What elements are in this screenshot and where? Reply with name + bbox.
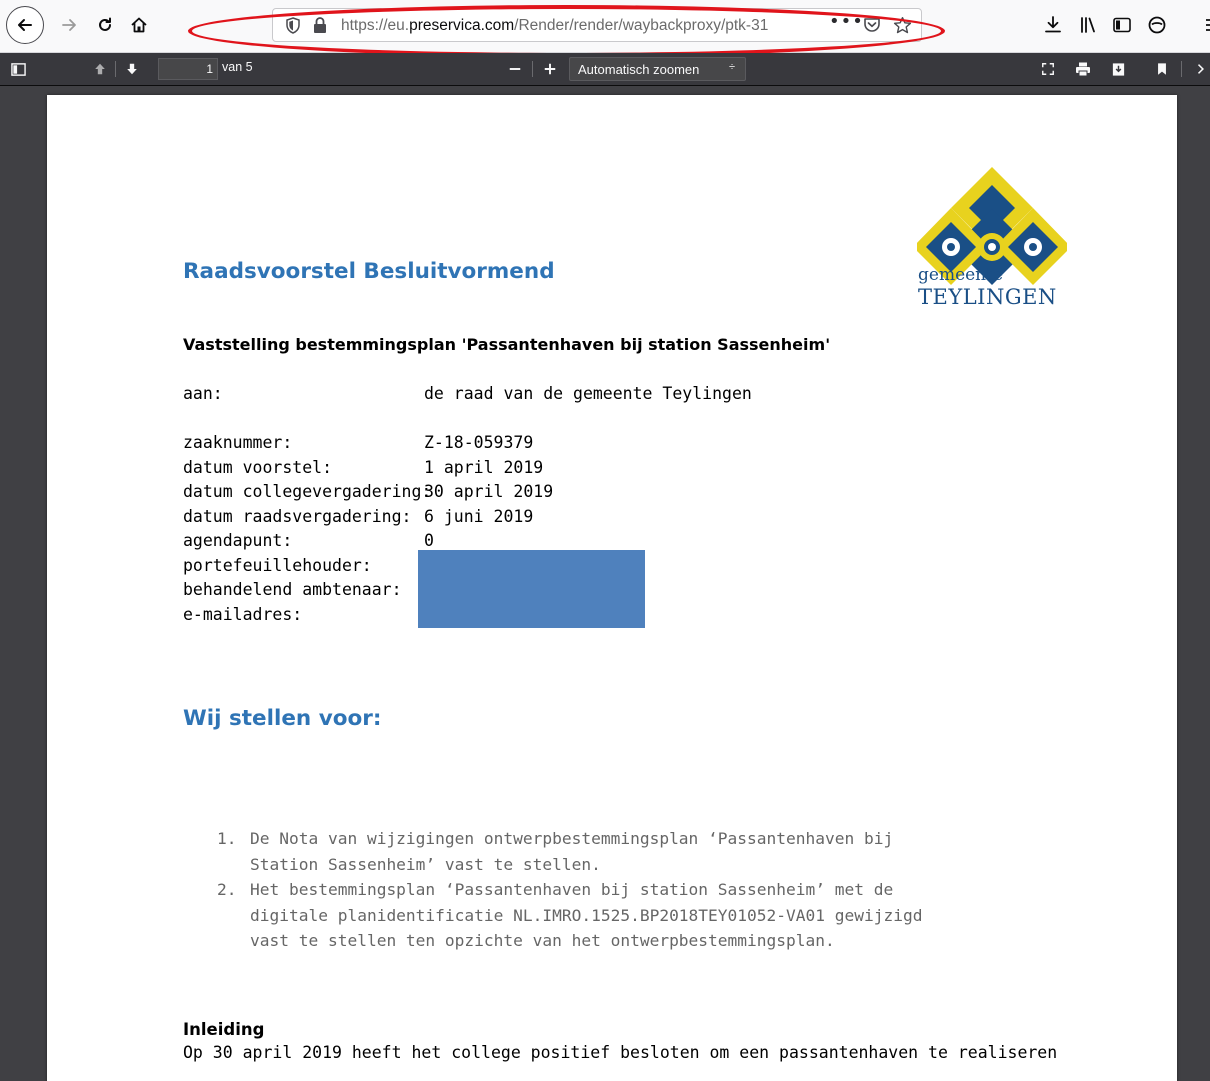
url-path: /Render/render/waybackproxy/ptk-31	[514, 17, 769, 34]
recipient-label: aan:	[183, 384, 223, 403]
zoom-out-button[interactable]	[505, 59, 525, 79]
lock-icon[interactable]	[313, 17, 327, 33]
document-subject: Vaststelling bestemmingsplan 'Passantenh…	[183, 335, 831, 354]
page-number-input[interactable]: 1	[158, 58, 218, 80]
meta-label: zaaknummer:	[183, 433, 293, 452]
save-icon	[1112, 62, 1124, 76]
sidebars-button[interactable]	[1110, 13, 1134, 37]
toolbar-separator	[532, 61, 533, 77]
library-icon	[1081, 17, 1095, 33]
forward-button[interactable]	[52, 8, 86, 42]
library-button[interactable]	[1076, 13, 1100, 37]
url-fade	[773, 11, 813, 41]
meta-label: portefeuillehouder:	[183, 555, 372, 575]
document-title: Raadsvoorstel Besluitvormend	[183, 259, 555, 284]
meta-label: behandelend ambtenaar:	[183, 580, 402, 599]
list-item-text: Het bestemmingsplan ‘Passantenhaven bij …	[250, 880, 923, 950]
url-text[interactable]: https://eu.preservica.com/Render/render/…	[341, 17, 811, 35]
proposal-list: 1. De Nota van wijzigingen ontwerpbestem…	[217, 826, 950, 954]
double-chevron-right-icon	[1197, 64, 1204, 74]
list-item-number: 1.	[217, 829, 237, 848]
meta-label: datum raadsvergadering:	[183, 506, 412, 526]
list-item-text: De Nota van wijzigingen ontwerpbestemmin…	[250, 829, 894, 874]
previous-page-button[interactable]	[90, 59, 110, 79]
recipient-value: de raad van de gemeente Teylingen	[424, 384, 752, 403]
account-icon	[1148, 16, 1166, 34]
download-icon	[1045, 16, 1061, 33]
meta-label: datum collegevergadering:	[183, 482, 432, 501]
pdf-viewer[interactable]: gemeente TEYLINGEN Raadsvoorstel Besluit…	[0, 86, 1210, 1081]
menu-button[interactable]	[1198, 13, 1210, 37]
meta-label: datum voorstel:	[183, 457, 333, 477]
back-button[interactable]	[6, 6, 44, 44]
meta-value: 1 april 2019	[424, 457, 544, 477]
zoom-select[interactable]: Automatisch zoomen ÷	[569, 57, 746, 81]
list-item: 1. De Nota van wijzigingen ontwerpbestem…	[217, 826, 950, 877]
arrow-left-icon	[18, 19, 32, 31]
arrow-right-icon	[62, 19, 76, 31]
url-host: preservica.com	[409, 17, 515, 34]
zoom-select-label: Automatisch zoomen	[578, 62, 700, 77]
presentation-mode-button[interactable]	[1038, 59, 1058, 79]
list-item: 2. Het bestemmingsplan ‘Passantenhaven b…	[217, 877, 950, 954]
downloads-button[interactable]	[1041, 13, 1065, 37]
select-arrows-icon: ÷	[728, 61, 735, 73]
pocket-icon[interactable]	[863, 16, 881, 34]
toggle-sidebar-button[interactable]	[8, 59, 28, 79]
print-button[interactable]	[1073, 59, 1093, 79]
current-view-button[interactable]	[1152, 59, 1172, 79]
zoom-in-button[interactable]	[540, 59, 560, 79]
pdf-toolbar: 1 van 5 Automatisch zoomen ÷	[0, 53, 1210, 86]
hamburger-icon	[1206, 19, 1210, 31]
browser-toolbar: https://eu.preservica.com/Render/render/…	[0, 0, 1210, 57]
meta-label: agendapunt:	[183, 531, 293, 550]
arrow-down-icon	[127, 63, 137, 75]
page-count-label: van 5	[222, 60, 253, 74]
print-icon	[1076, 62, 1090, 77]
sidebar-icon	[1113, 17, 1131, 33]
next-page-button[interactable]	[122, 59, 142, 79]
list-item-number: 2.	[217, 880, 237, 899]
meta-label: e-mailadres:	[183, 604, 303, 624]
logo-text-gemeente: gemeente	[918, 265, 1004, 285]
save-button[interactable]	[1108, 59, 1128, 79]
reload-icon	[99, 17, 111, 31]
intro-heading: Inleiding	[183, 1020, 265, 1039]
toolbar-separator	[115, 61, 116, 77]
meta-value: 30 april 2019	[424, 482, 554, 501]
arrow-up-icon	[95, 63, 105, 75]
meta-value: Z-18-059379	[424, 433, 534, 452]
url-prefix: https://eu.	[341, 17, 410, 34]
address-bar[interactable]: https://eu.preservica.com/Render/render/…	[272, 8, 922, 42]
home-button[interactable]	[122, 8, 156, 42]
pdf-page: gemeente TEYLINGEN Raadsvoorstel Besluit…	[47, 95, 1177, 1081]
logo-text-teylingen: TEYLINGEN	[918, 285, 1057, 309]
tracking-shield-icon[interactable]	[285, 17, 301, 34]
plus-icon	[544, 63, 556, 75]
home-icon	[131, 17, 147, 33]
page-actions-button[interactable]: •••	[829, 11, 864, 32]
bookmark-star-icon[interactable]	[893, 16, 912, 35]
sidebar-toggle-icon	[10, 62, 26, 76]
tools-button[interactable]	[1192, 59, 1210, 79]
reload-button[interactable]	[88, 8, 122, 42]
redaction-box	[418, 550, 645, 628]
meta-value: 6 juni 2019	[424, 506, 534, 526]
minus-icon	[509, 68, 521, 70]
fullscreen-icon	[1042, 63, 1054, 75]
account-button[interactable]	[1145, 13, 1169, 37]
toolbar-separator	[1181, 61, 1182, 77]
proposal-heading: Wij stellen voor:	[183, 706, 382, 731]
bookmark-icon	[1158, 63, 1166, 75]
intro-text: Op 30 april 2019 heeft het college posit…	[183, 1043, 1058, 1062]
